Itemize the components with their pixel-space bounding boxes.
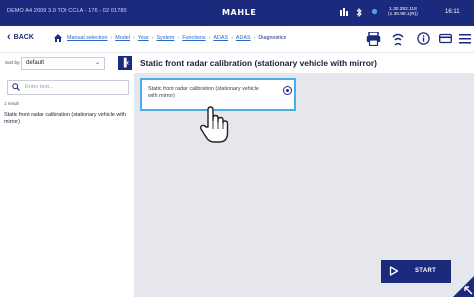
crumb-separator: › bbox=[151, 35, 154, 41]
play-icon bbox=[389, 266, 399, 276]
back-button[interactable]: ‹ BACK bbox=[7, 31, 34, 43]
collapse-sidebar-button[interactable]: ▐‹ bbox=[118, 56, 132, 70]
bluetooth-icon bbox=[356, 7, 362, 19]
signal-icon[interactable] bbox=[392, 32, 404, 51]
collapse-icon: ▐‹ bbox=[120, 58, 130, 67]
sidebar: 1 result Static front radar calibration … bbox=[0, 73, 135, 297]
back-label: BACK bbox=[13, 33, 34, 41]
option-label: Static front radar calibration (stationa… bbox=[148, 86, 259, 99]
printer-icon[interactable] bbox=[366, 31, 381, 51]
chevron-down-icon: ⌄ bbox=[94, 60, 100, 66]
start-label: START bbox=[415, 268, 437, 274]
sort-label: Sort by: bbox=[5, 60, 21, 65]
sort-value: default bbox=[26, 60, 45, 66]
crumb-adas[interactable]: ADAS bbox=[213, 35, 228, 41]
app-window: DEMO A4 2009 3.0 TDI CCLA - 176 - 02 017… bbox=[0, 0, 474, 297]
crumb-functions[interactable]: Functions bbox=[182, 35, 205, 41]
crumb-current: Diagnostics bbox=[258, 35, 287, 41]
title-area: Static front radar calibration (stationa… bbox=[134, 53, 474, 73]
status-bar: DEMO A4 2009 3.0 TDI CCLA - 176 - 02 017… bbox=[0, 0, 474, 28]
home-icon[interactable] bbox=[53, 33, 63, 43]
ip-line-2: (1.30.98.1(R)) bbox=[388, 12, 418, 18]
crumb-year[interactable]: Year bbox=[138, 35, 149, 41]
search-box bbox=[7, 80, 129, 95]
list-item[interactable]: Static front radar calibration (stationa… bbox=[4, 112, 128, 125]
sort-select[interactable]: default ⌄ bbox=[21, 57, 105, 70]
clock: 16:11 bbox=[445, 9, 460, 15]
resize-corner-icon[interactable] bbox=[453, 273, 474, 297]
info-icon[interactable] bbox=[417, 32, 430, 50]
crumb-system[interactable]: System bbox=[156, 35, 174, 41]
sim-icon bbox=[340, 8, 349, 18]
nav-bar: ‹ BACK Manual selection › Model › Year › Syste… bbox=[0, 26, 474, 53]
crumb-separator: › bbox=[231, 35, 233, 41]
ip-address: 1.30.282.118 (1.30.98.1(R)) bbox=[388, 7, 418, 18]
crumb-separator: › bbox=[132, 35, 135, 41]
chevron-left-icon: ‹ bbox=[7, 31, 11, 43]
crumb-adas-2[interactable]: ADAS bbox=[236, 35, 251, 41]
option-radio[interactable] bbox=[283, 86, 292, 95]
crumb-separator: › bbox=[110, 35, 113, 41]
crumb-separator: › bbox=[253, 35, 256, 41]
crumb-separator: › bbox=[177, 35, 180, 41]
radio-selected-dot bbox=[285, 88, 289, 92]
result-count: 1 result bbox=[4, 101, 19, 106]
wifi-icon bbox=[371, 8, 378, 17]
crumb-manual-selection[interactable]: Manual selection bbox=[67, 35, 107, 41]
start-button[interactable]: START bbox=[381, 260, 451, 283]
search-input[interactable] bbox=[25, 82, 123, 92]
menu-icon[interactable] bbox=[459, 32, 471, 50]
crumb-separator: › bbox=[208, 35, 211, 41]
crumb-model[interactable]: Model bbox=[115, 35, 130, 41]
breadcrumb: Manual selection › Model › Year › System › Funct… bbox=[67, 35, 289, 41]
filter-bar: Sort by: default ⌄ ▐‹ bbox=[0, 53, 134, 73]
card-icon[interactable] bbox=[439, 32, 452, 50]
vehicle-info: DEMO A4 2009 3.0 TDI CCLA - 176 - 02 017… bbox=[7, 8, 127, 14]
mahle-logo: MAHLE bbox=[222, 8, 257, 17]
page-title: Static front radar calibration (stationa… bbox=[140, 58, 377, 68]
search-icon bbox=[12, 83, 20, 91]
hand-cursor-icon bbox=[200, 106, 229, 143]
